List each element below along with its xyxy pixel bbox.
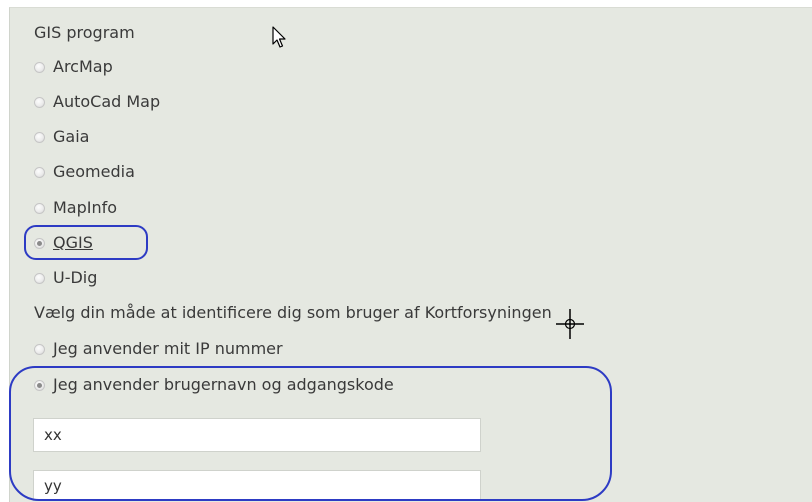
radio-label-geomedia: Geomedia xyxy=(53,162,135,181)
radio-geomedia[interactable]: Geomedia xyxy=(34,161,135,183)
radio-label-u-dig: U-Dig xyxy=(53,268,98,287)
radio-button-icon[interactable] xyxy=(34,96,45,108)
username-input[interactable] xyxy=(33,418,481,452)
gis-program-heading: GIS program xyxy=(34,23,135,42)
radio-button-icon[interactable] xyxy=(34,131,45,143)
password-input[interactable] xyxy=(33,470,481,501)
radio-qgis[interactable]: QGIS xyxy=(34,232,93,254)
radio-button-icon[interactable] xyxy=(34,272,45,284)
radio-gaia[interactable]: Gaia xyxy=(34,126,89,148)
radio-button-checked-icon[interactable] xyxy=(34,379,45,391)
radio-button-icon[interactable] xyxy=(34,202,45,214)
radio-label-mapinfo: MapInfo xyxy=(53,198,118,217)
radio-username-password[interactable]: Jeg anvender brugernavn og adgangskode xyxy=(34,374,394,396)
radio-label-username-password: Jeg anvender brugernavn og adgangskode xyxy=(53,375,394,394)
radio-label-ip-number: Jeg anvender mit IP nummer xyxy=(53,339,283,358)
radio-button-icon[interactable] xyxy=(34,343,45,355)
radio-arcmap[interactable]: ArcMap xyxy=(34,56,113,78)
radio-button-icon[interactable] xyxy=(34,166,45,178)
radio-label-gaia: Gaia xyxy=(53,127,90,146)
radio-button-icon[interactable] xyxy=(34,61,45,73)
crosshair-cursor-icon xyxy=(556,309,584,339)
radio-button-checked-icon[interactable] xyxy=(34,237,45,249)
arrow-cursor-icon xyxy=(272,26,286,48)
radio-ip-number[interactable]: Jeg anvender mit IP nummer xyxy=(34,338,283,360)
identify-heading: Vælg din måde at identificere dig som br… xyxy=(34,303,552,322)
radio-label-qgis: QGIS xyxy=(53,233,93,252)
radio-label-arcmap: ArcMap xyxy=(53,57,113,76)
radio-u-dig[interactable]: U-Dig xyxy=(34,267,97,289)
radio-autocad-map[interactable]: AutoCad Map xyxy=(34,91,160,113)
radio-label-autocad-map: AutoCad Map xyxy=(53,92,161,111)
radio-mapinfo[interactable]: MapInfo xyxy=(34,197,117,219)
